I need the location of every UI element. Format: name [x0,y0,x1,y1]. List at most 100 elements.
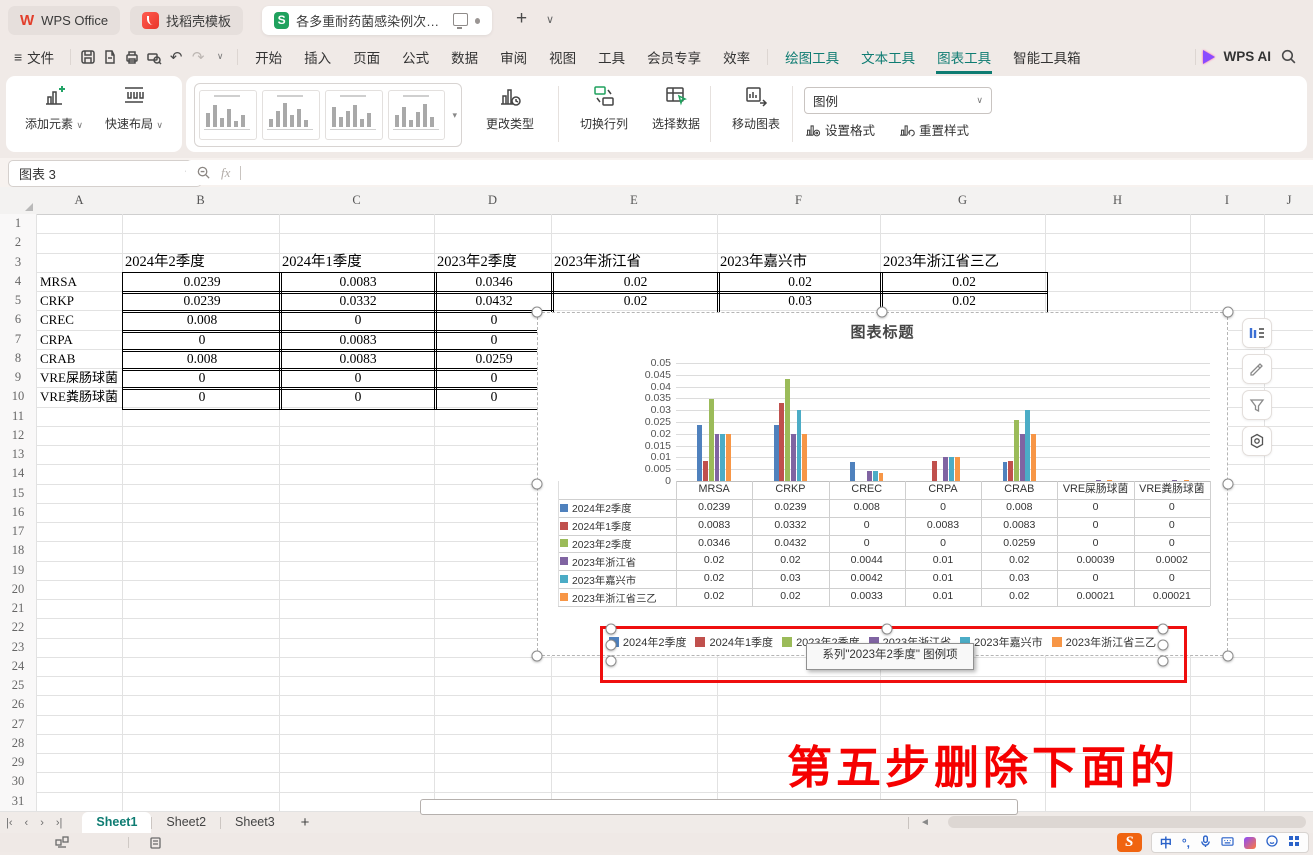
chart-filter-button[interactable] [1242,390,1272,420]
cell-value[interactable]: 0.02 [551,291,720,313]
menu-item-active[interactable]: 图表工具 [926,47,1002,67]
gallery-more-icon[interactable]: ▾ [452,110,457,121]
chart-style-gallery[interactable]: ▾ [194,83,462,147]
selection-handle[interactable] [1223,479,1234,490]
new-tab-button[interactable]: + [516,8,527,30]
row-header-7[interactable]: 7 [0,330,37,350]
chart-style-thumb-4[interactable] [388,90,446,140]
column-header-B[interactable]: B [122,187,280,215]
selection-handle[interactable] [532,479,543,490]
row-header-12[interactable]: 12 [0,426,37,446]
column-header-C[interactable]: C [279,187,435,215]
menu-item-审阅[interactable]: 审阅 [489,47,538,67]
menu-item-toolbox[interactable]: 智能工具箱 [1002,47,1092,67]
row-header-22[interactable]: 22 [0,618,37,638]
selection-handle[interactable] [1158,624,1169,635]
tab-docer-template[interactable]: 找稻壳模板 [130,6,243,35]
cell-header-2023年浙江省三乙[interactable]: 2023年浙江省三乙 [883,253,1048,272]
row-header-25[interactable]: 25 [0,676,37,696]
export-button[interactable] [99,46,121,68]
undo-chevron-icon[interactable]: ∨ [209,46,231,68]
ime-toolbox-icon[interactable] [1288,835,1300,850]
row-header-9[interactable]: 9 [0,368,37,388]
cell-label-CREC[interactable]: CREC [40,310,122,329]
ime-keyboard-icon[interactable] [1221,836,1234,850]
row-header-10[interactable]: 10 [0,387,37,407]
selection-handle[interactable] [606,624,617,635]
selection-handle[interactable] [1158,640,1169,651]
column-header-G[interactable]: G [880,187,1046,215]
cell-header-2024年2季度[interactable]: 2024年2季度 [125,253,282,272]
selection-handle[interactable] [1223,651,1234,662]
chart-element-dropdown[interactable]: 图例 ∨ [804,87,992,114]
chart-style-thumb-3[interactable] [325,90,383,140]
cell-header-2023年嘉兴市[interactable]: 2023年嘉兴市 [720,253,883,272]
row-header-27[interactable]: 27 [0,715,37,735]
row-header-28[interactable]: 28 [0,734,37,754]
menu-item-公式[interactable]: 公式 [391,47,440,67]
sheet-tab-Sheet3[interactable]: Sheet3 [221,812,289,833]
sheet-tab-Sheet2[interactable]: Sheet2 [152,812,220,833]
chart-style-brush-button[interactable] [1242,354,1272,384]
file-menu[interactable]: ≡ 文件 [0,47,64,67]
row-header-21[interactable]: 21 [0,599,37,619]
row-header-5[interactable]: 5 [0,291,37,311]
row-header-24[interactable]: 24 [0,657,37,677]
status-outline-icon[interactable] [150,836,164,855]
menu-item-开始[interactable]: 开始 [244,47,293,67]
next-sheet-button[interactable]: › [34,817,50,829]
reset-style-button[interactable]: 重置样式 [898,120,969,139]
row-header-17[interactable]: 17 [0,522,37,542]
search-icon[interactable] [1277,46,1299,68]
column-header-H[interactable]: H [1045,187,1191,215]
row-header-18[interactable]: 18 [0,541,37,561]
add-element-button[interactable]: 添加元素 ∨ [18,84,90,132]
print-preview-button[interactable] [143,46,165,68]
ime-skin-icon[interactable] [1244,837,1256,849]
ime-chinese-icon[interactable]: 中 [1160,834,1172,851]
print-button[interactable] [121,46,143,68]
set-format-button[interactable]: 设置格式 [804,120,875,139]
ime-mic-icon[interactable] [1200,835,1211,851]
cell-value[interactable]: 0 [279,387,437,409]
chart-settings-button[interactable] [1242,426,1272,456]
cell-label-CRKP[interactable]: CRKP [40,291,122,310]
sheet-tab-Sheet1[interactable]: Sheet1 [82,812,151,833]
column-header-A[interactable]: A [36,187,123,215]
chart-style-thumb-1[interactable] [199,90,257,140]
last-sheet-button[interactable]: ›| [50,817,69,829]
row-header-8[interactable]: 8 [0,349,37,369]
cell-value[interactable]: 0.02 [880,291,1048,313]
select-data-button[interactable]: 选择数据 [640,84,712,132]
row-header-15[interactable]: 15 [0,484,37,504]
prev-sheet-button[interactable]: ‹ [19,817,35,829]
add-sheet-button[interactable]: + [289,814,322,831]
row-header-23[interactable]: 23 [0,638,37,658]
row-header-29[interactable]: 29 [0,753,37,773]
save-button[interactable] [77,46,99,68]
chart-style-thumb-2[interactable] [262,90,320,140]
cell-label-CRPA[interactable]: CRPA [40,330,122,349]
selection-handle[interactable] [877,307,888,318]
sogou-logo-icon[interactable]: S [1117,833,1142,852]
column-header-J[interactable]: J [1264,187,1313,215]
row-header-11[interactable]: 11 [0,407,37,427]
row-header-3[interactable]: 3 [0,253,37,273]
selection-handle[interactable] [532,307,543,318]
chart-elements-quick-button[interactable] [1242,318,1272,348]
menu-item-效率[interactable]: 效率 [712,47,761,67]
first-sheet-button[interactable]: |‹ [0,817,19,829]
menu-item-文本工具[interactable]: 文本工具 [850,47,926,67]
column-header-D[interactable]: D [434,187,552,215]
row-header-31[interactable]: 31 [0,792,37,812]
row-header-6[interactable]: 6 [0,310,37,330]
cell-label-MRSA[interactable]: MRSA [40,272,122,291]
menu-item-页面[interactable]: 页面 [342,47,391,67]
selection-handle[interactable] [1158,656,1169,667]
selection-handle[interactable] [532,651,543,662]
menu-item-会员专享[interactable]: 会员专享 [636,47,712,67]
tab-document[interactable]: S 各多重耐药菌感染例次发生率 [262,6,492,35]
name-box[interactable]: 图表 3 ∨ [8,160,202,187]
floating-scrollbar[interactable] [420,799,1018,815]
column-header-I[interactable]: I [1190,187,1265,215]
